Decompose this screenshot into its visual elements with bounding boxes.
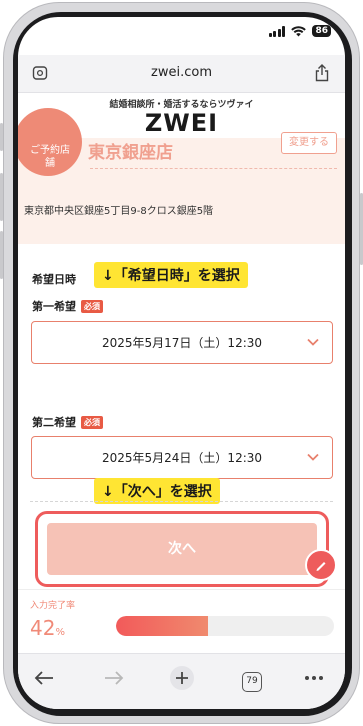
volume-down-button: [0, 231, 3, 279]
required-badge: 必須: [81, 416, 103, 429]
pencil-icon: [316, 562, 326, 571]
dynamic-island: [130, 25, 230, 47]
main-content: ご予約店舗 東京銀座店 変更する 東京都中央区銀座5丁目9-8クロス銀座5階 希…: [18, 108, 345, 588]
store-card: ご予約店舗 東京銀座店 変更する 東京都中央区銀座5丁目9-8クロス銀座5階: [18, 108, 345, 244]
tabs-icon[interactable]: 79: [242, 668, 262, 692]
address-bar[interactable]: zwei.com: [18, 55, 345, 93]
store-badge-label: ご予約店舗: [30, 145, 70, 169]
screen: 86 zwei.com 結婚相談所・婚活するならツヴァイ ZWEI ご予約店舗 …: [18, 17, 345, 709]
new-tab-icon[interactable]: [169, 665, 195, 691]
first-choice-label: 第一希望 必須: [32, 298, 103, 314]
divider: [90, 168, 337, 169]
back-icon[interactable]: [34, 670, 54, 686]
status-icons: 86: [268, 25, 331, 37]
change-store-button[interactable]: 変更する: [281, 132, 337, 154]
progress-bar: [116, 616, 334, 636]
second-choice-text: 第二希望: [32, 416, 76, 429]
progress-area: 入力完了率 42%: [18, 589, 345, 653]
store-name: 東京銀座店: [88, 143, 173, 163]
store-badge: ご予約店舗: [18, 108, 82, 176]
forward-icon[interactable]: [104, 670, 124, 686]
wifi-icon: [291, 25, 307, 36]
second-choice-select[interactable]: 2025年5月24日（土）12:30: [31, 436, 333, 479]
signal-icon: [268, 25, 286, 37]
url-text[interactable]: zwei.com: [18, 65, 345, 80]
progress-label: 入力完了率: [30, 601, 76, 611]
progress-unit: %: [55, 627, 65, 638]
tabs-count: 79: [242, 672, 262, 692]
progress-number: 42: [30, 616, 56, 640]
silent-switch: [0, 123, 3, 151]
divider: [30, 501, 333, 502]
first-choice-value: 2025年5月17日（土）12:30: [101, 336, 263, 350]
callout-select-datetime: ↓「希望日時」を選択: [94, 262, 248, 288]
preferred-datetime-heading: 希望日時: [32, 273, 76, 286]
first-choice-select[interactable]: 2025年5月17日（土）12:30: [31, 321, 333, 364]
share-icon[interactable]: [315, 64, 329, 82]
first-choice-text: 第一希望: [32, 300, 76, 313]
second-choice-label: 第二希望 必須: [32, 414, 103, 430]
progress-bar-fill: [116, 616, 208, 636]
browser-toolbar: 79: [18, 653, 345, 709]
chevron-down-icon: [307, 453, 319, 461]
store-address: 東京都中央区銀座5丁目9-8クロス銀座5階: [24, 206, 214, 217]
more-icon[interactable]: [304, 675, 324, 681]
status-bar: 86: [18, 17, 345, 51]
battery-icon: 86: [312, 25, 331, 37]
edit-fab-button[interactable]: [305, 549, 337, 581]
volume-up-button: [0, 173, 3, 221]
next-button-highlight: 次へ: [35, 511, 329, 587]
required-badge: 必須: [81, 300, 103, 313]
second-choice-value: 2025年5月24日（土）12:30: [101, 451, 263, 465]
chevron-down-icon: [307, 338, 319, 346]
next-button[interactable]: 次へ: [47, 523, 317, 575]
progress-value: 42%: [30, 616, 65, 640]
